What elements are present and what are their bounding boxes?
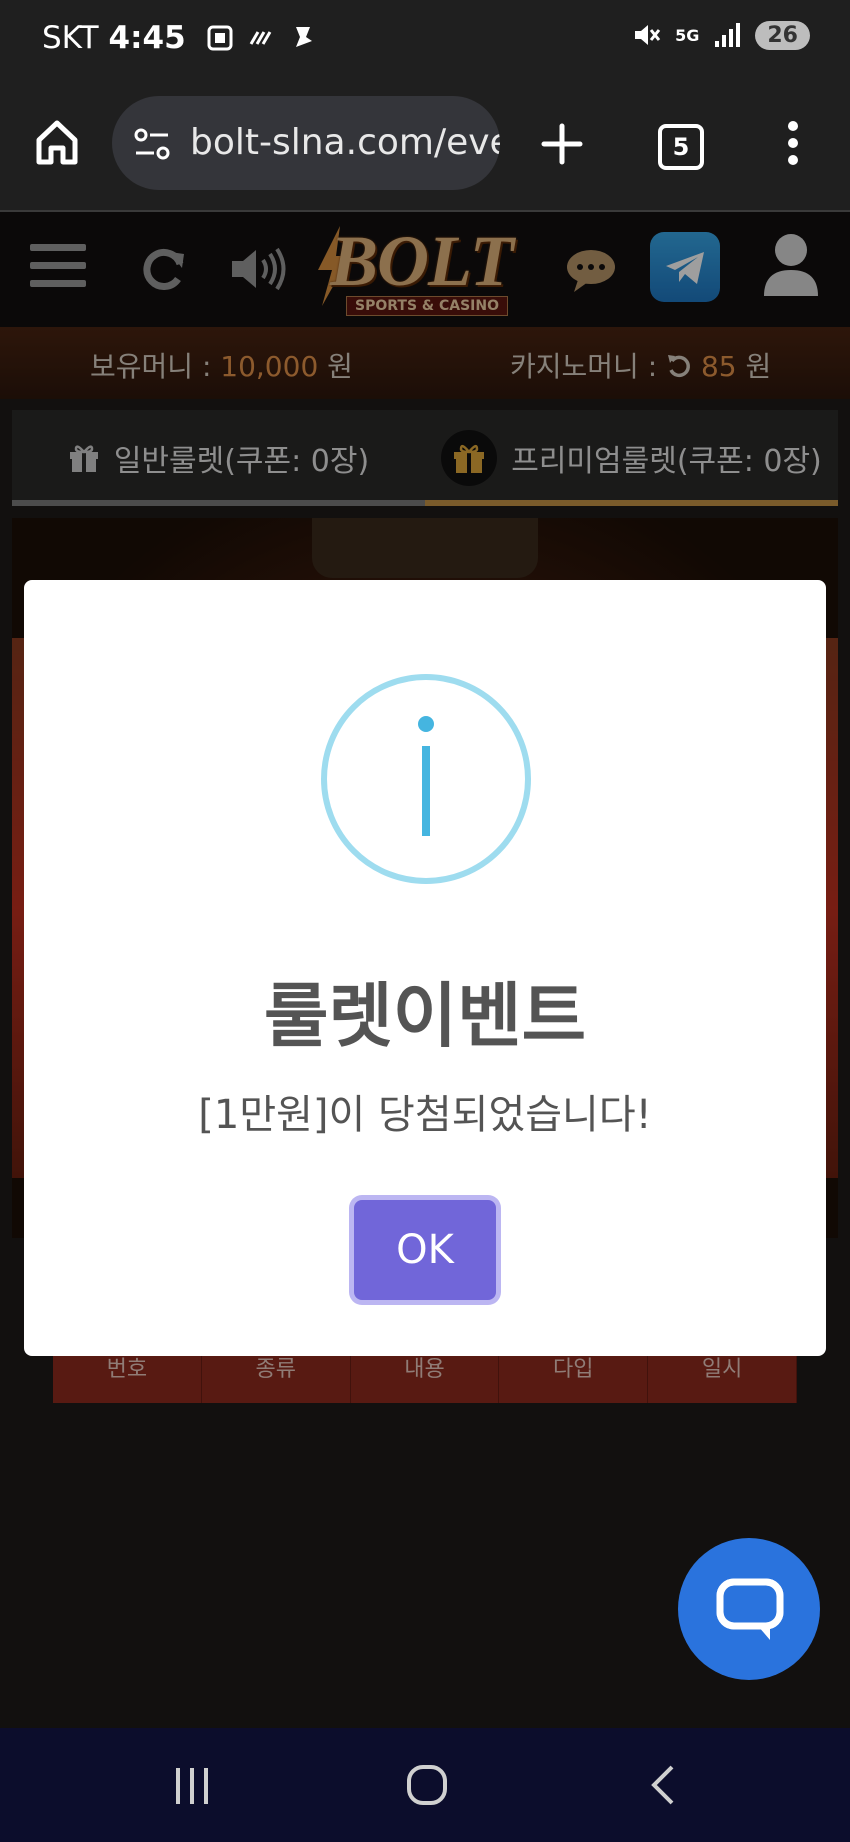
info-glyph [418, 716, 434, 836]
dialog-message: [1만원]이 당첨되었습니다! [198, 1092, 652, 1138]
mute-icon [635, 25, 661, 45]
alert-dialog: 룰렛이벤트 [1만원]이 당첨되었습니다! OK [24, 580, 826, 1356]
recent-apps-icon[interactable] [172, 1766, 212, 1806]
new-tab-icon[interactable] [540, 122, 584, 166]
status-bar: SKT 4:45 5G 26 [0, 0, 850, 80]
site-settings-icon[interactable] [132, 126, 172, 162]
home-icon[interactable] [34, 118, 80, 166]
screenshot-icon [207, 25, 233, 51]
tab-switcher-button[interactable]: 5 [658, 124, 704, 170]
notification-icons [206, 23, 316, 53]
status-right: 5G 26 [631, 20, 810, 50]
wave-icon [249, 31, 271, 45]
ok-button[interactable]: OK [354, 1200, 496, 1300]
home-button-icon[interactable] [406, 1764, 448, 1806]
battery-indicator: 26 [755, 20, 810, 50]
url-text[interactable]: bolt-slna.com/eve [190, 122, 500, 163]
chat-icon [716, 1578, 784, 1640]
info-icon [321, 674, 531, 884]
live-chat-button[interactable] [678, 1538, 820, 1680]
browser-toolbar: bolt-slna.com/eve 5 [0, 80, 850, 212]
signal-icon [715, 23, 741, 47]
carrier-label: SKT [42, 20, 99, 56]
more-menu-icon[interactable] [783, 118, 803, 168]
address-bar[interactable]: bolt-slna.com/eve [112, 96, 500, 190]
clock: 4:45 [108, 20, 186, 56]
system-navigation-bar [0, 1728, 850, 1842]
status-left: SKT 4:45 [42, 20, 316, 56]
back-icon[interactable] [648, 1764, 678, 1806]
dialog-title: 룰렛이벤트 [264, 975, 586, 1057]
pin-icon [295, 27, 312, 47]
network-label: 5G [675, 25, 700, 45]
